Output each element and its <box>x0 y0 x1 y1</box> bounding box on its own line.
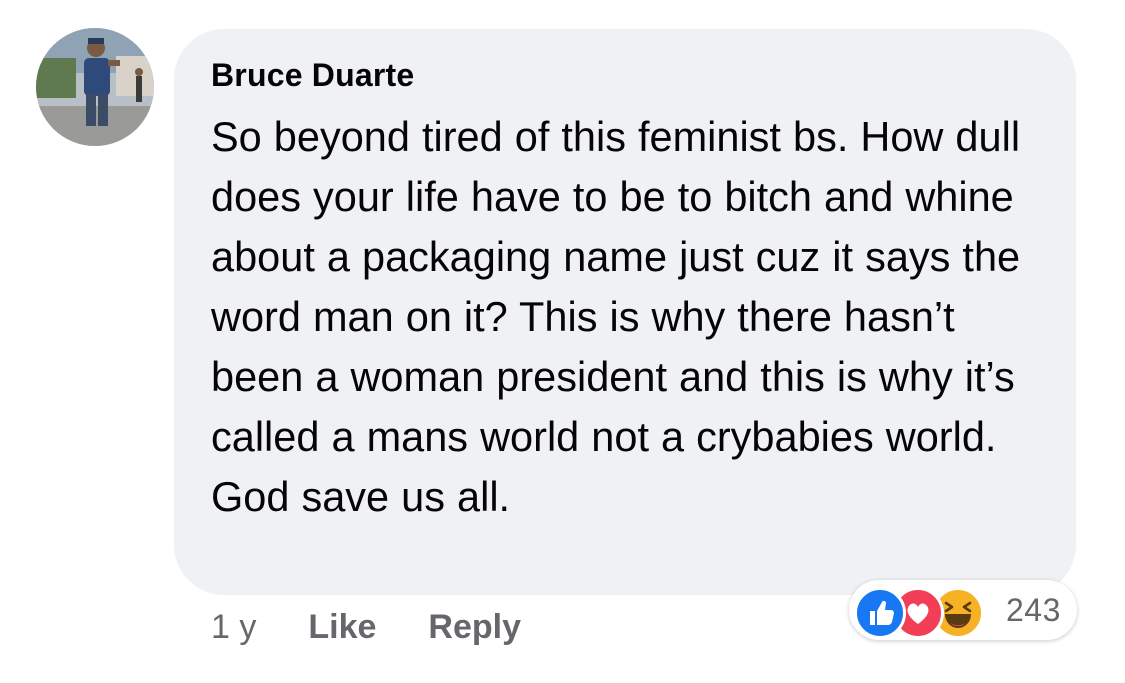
reactions-summary[interactable]: 243 <box>849 580 1077 640</box>
like-button[interactable]: Like <box>308 605 376 649</box>
reaction-count: 243 <box>1006 591 1061 628</box>
comment-actions: 1 y Like Reply <box>211 605 521 649</box>
comment-bubble: Bruce Duarte So beyond tired of this fem… <box>174 29 1076 595</box>
comment-container: Bruce Duarte So beyond tired of this fem… <box>0 0 1125 683</box>
avatar[interactable] <box>36 28 154 146</box>
avatar-photo <box>36 28 154 146</box>
reply-button[interactable]: Reply <box>428 605 521 649</box>
comment-age[interactable]: 1 y <box>211 605 256 649</box>
like-icon <box>854 587 906 639</box>
comment-author[interactable]: Bruce Duarte <box>211 57 1040 93</box>
reaction-icons <box>854 585 1006 639</box>
comment-text: So beyond tired of this feminist bs. How… <box>211 113 1021 520</box>
